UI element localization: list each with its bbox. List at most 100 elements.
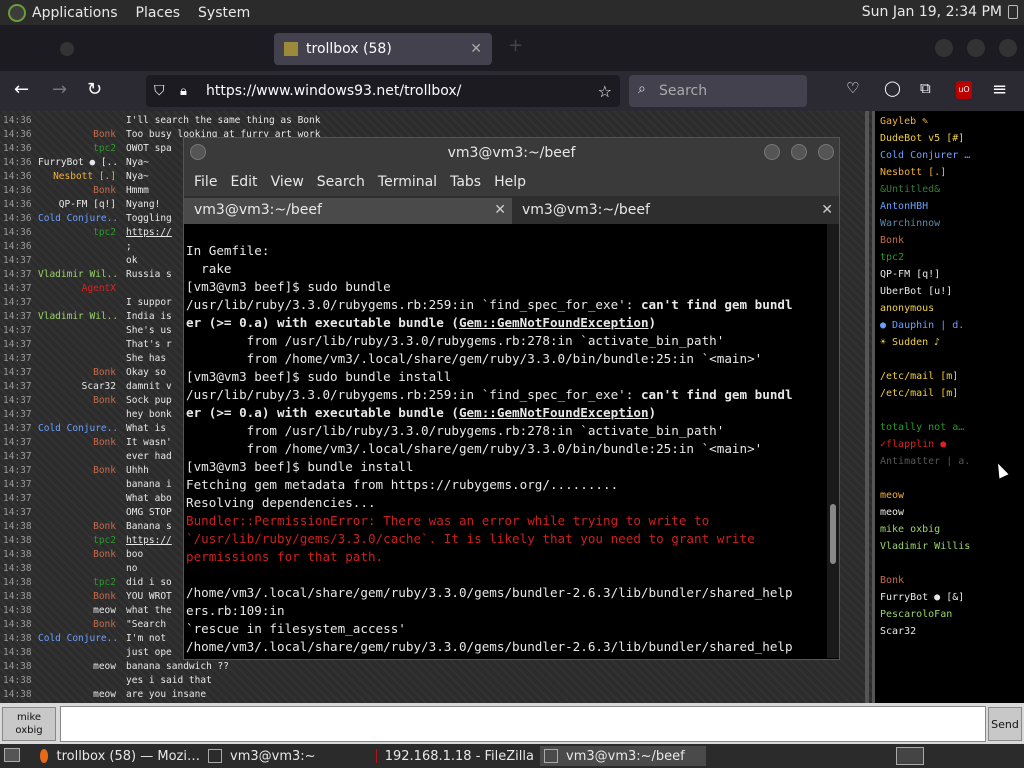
- message-nick[interactable]: tpc2: [38, 535, 126, 549]
- forward-icon[interactable]: →: [52, 79, 67, 100]
- mate-logo-icon[interactable]: [8, 3, 26, 22]
- show-desktop-icon[interactable]: [4, 748, 20, 762]
- user-list-item[interactable]: tpc2: [875, 249, 1024, 266]
- shield-icon[interactable]: ⛉: [154, 83, 165, 99]
- user-list-item[interactable]: Nesbott [.]: [875, 164, 1024, 181]
- message-nick[interactable]: Bonk: [38, 549, 126, 563]
- chat-scrollbar[interactable]: [865, 111, 869, 703]
- terminal-minimize-button[interactable]: [764, 144, 780, 160]
- message-nick[interactable]: [38, 479, 126, 493]
- user-list-item[interactable]: Scar32: [875, 623, 1024, 640]
- message-nick[interactable]: [38, 563, 126, 577]
- message-nick[interactable]: FurryBot ● [..: [38, 157, 126, 171]
- terminal-scroll-thumb[interactable]: [830, 504, 836, 564]
- user-list[interactable]: Gayleb ✎ DudeBot v5 [#] Cold Conjurer … Nes…: [872, 111, 1024, 703]
- message-nick[interactable]: Nesbott [.]: [38, 171, 126, 185]
- clock[interactable]: Sun Jan 19, 2:34 PM: [862, 4, 1002, 20]
- user-list-item[interactable]: ✓flapplin ●: [875, 436, 1024, 453]
- message-nick[interactable]: Vladimir Wil..: [38, 311, 126, 325]
- user-list-item[interactable]: meow: [875, 504, 1024, 521]
- message-nick[interactable]: [38, 241, 126, 255]
- message-nick[interactable]: [38, 507, 126, 521]
- message-nick[interactable]: Bonk: [38, 129, 126, 143]
- message-nick[interactable]: [38, 255, 126, 269]
- task-firefox[interactable]: trollbox (58) — Mozi…: [36, 746, 200, 766]
- task-terminal-home[interactable]: vm3@vm3:~: [204, 746, 366, 766]
- message-nick[interactable]: tpc2: [38, 577, 126, 591]
- lock-icon[interactable]: 🔒︎: [180, 84, 187, 99]
- menu-places[interactable]: Places: [136, 5, 181, 21]
- user-list-item[interactable]: mike oxbig: [875, 521, 1024, 538]
- url-bar[interactable]: ⛉ 🔒︎ https://www.windows93.net/trollbox/…: [146, 75, 620, 107]
- message-nick[interactable]: meow: [38, 661, 126, 675]
- terminal-menu-edit[interactable]: Edit: [230, 174, 257, 190]
- maximize-button[interactable]: [967, 39, 985, 57]
- url-text[interactable]: https://www.windows93.net/trollbox/: [206, 83, 461, 99]
- terminal-menu-search[interactable]: Search: [317, 174, 365, 190]
- user-list-item[interactable]: [875, 555, 1024, 572]
- terminal-maximize-button[interactable]: [791, 144, 807, 160]
- nickname-button[interactable]: mike oxbig: [2, 707, 56, 741]
- message-nick[interactable]: AgentX: [38, 283, 126, 297]
- tray-icon[interactable]: [1008, 5, 1018, 19]
- new-tab-icon[interactable]: +: [508, 35, 523, 56]
- user-list-item[interactable]: /etc/mail [m]: [875, 368, 1024, 385]
- message-nick[interactable]: [38, 451, 126, 465]
- terminal-titlebar[interactable]: vm3@vm3:~/beef: [184, 138, 839, 168]
- message-nick[interactable]: Cold Conjure..: [38, 423, 126, 437]
- user-list-item[interactable]: anonymous: [875, 300, 1024, 317]
- message-nick[interactable]: tpc2: [38, 143, 126, 157]
- user-list-item[interactable]: [875, 351, 1024, 368]
- terminal-menu-tabs[interactable]: Tabs: [450, 174, 481, 190]
- message-nick[interactable]: Vladimir Wil..: [38, 269, 126, 283]
- user-list-item[interactable]: Warchinnow: [875, 215, 1024, 232]
- message-nick[interactable]: meow: [38, 605, 126, 619]
- task-filezilla[interactable]: 192.168.1.18 - FileZilla: [372, 746, 534, 766]
- message-nick[interactable]: [38, 675, 126, 689]
- terminal-menu-view[interactable]: View: [271, 174, 304, 190]
- message-nick[interactable]: Scar32: [38, 381, 126, 395]
- terminal-output[interactable]: In Gemfile: rake [vm3@vm3 beef]$ sudo bun…: [186, 224, 826, 658]
- message-nick[interactable]: [38, 297, 126, 311]
- user-list-item[interactable]: UberBot [u!]: [875, 283, 1024, 300]
- message-nick[interactable]: Bonk: [38, 367, 126, 381]
- task-terminal-beef[interactable]: vm3@vm3:~/beef: [540, 746, 706, 766]
- user-list-item[interactable]: &Untitled&: [875, 181, 1024, 198]
- workspace-switcher[interactable]: [896, 747, 924, 765]
- message-nick[interactable]: meow: [38, 689, 126, 703]
- extensions-icon[interactable]: ⧉: [920, 79, 931, 97]
- message-text[interactable]: https://: [126, 227, 172, 241]
- user-list-item[interactable]: ● Dauphin | d.: [875, 317, 1024, 334]
- message-nick[interactable]: [38, 325, 126, 339]
- message-nick[interactable]: Cold Conjure..: [38, 633, 126, 647]
- message-text[interactable]: https://: [126, 535, 172, 549]
- message-nick[interactable]: Bonk: [38, 395, 126, 409]
- message-nick[interactable]: QP-FM [q!]: [38, 199, 126, 213]
- user-list-item[interactable]: meow: [875, 487, 1024, 504]
- user-list-item[interactable]: QP-FM [q!]: [875, 266, 1024, 283]
- message-nick[interactable]: Bonk: [38, 521, 126, 535]
- terminal-close-button[interactable]: [818, 144, 834, 160]
- terminal-menu-button[interactable]: [190, 144, 206, 160]
- message-nick[interactable]: tpc2: [38, 227, 126, 241]
- browser-tab-trollbox[interactable]: trollbox (58) ✕: [274, 33, 492, 65]
- terminal-tab-close-icon[interactable]: ✕: [494, 198, 506, 222]
- terminal-window[interactable]: vm3@vm3:~/beef File Edit View Search Ter…: [183, 137, 840, 660]
- user-list-item[interactable]: Cold Conjurer …: [875, 147, 1024, 164]
- menu-hamburger-icon[interactable]: ≡: [992, 79, 1007, 100]
- ublock-icon[interactable]: uO: [956, 81, 972, 99]
- user-list-item[interactable]: totally not a…: [875, 419, 1024, 436]
- menu-system[interactable]: System: [198, 5, 250, 21]
- send-button[interactable]: Send: [988, 707, 1022, 741]
- message-nick[interactable]: [38, 409, 126, 423]
- message-nick[interactable]: [38, 353, 126, 367]
- message-nick[interactable]: Bonk: [38, 465, 126, 479]
- user-list-item[interactable]: Bonk: [875, 572, 1024, 589]
- terminal-menu-terminal[interactable]: Terminal: [378, 174, 437, 190]
- terminal-menu-file[interactable]: File: [194, 174, 217, 190]
- message-nick[interactable]: [38, 115, 126, 129]
- user-list-item[interactable]: Gayleb ✎: [875, 113, 1024, 130]
- message-nick[interactable]: Bonk: [38, 185, 126, 199]
- close-window-button[interactable]: [999, 39, 1017, 57]
- message-nick[interactable]: [38, 339, 126, 353]
